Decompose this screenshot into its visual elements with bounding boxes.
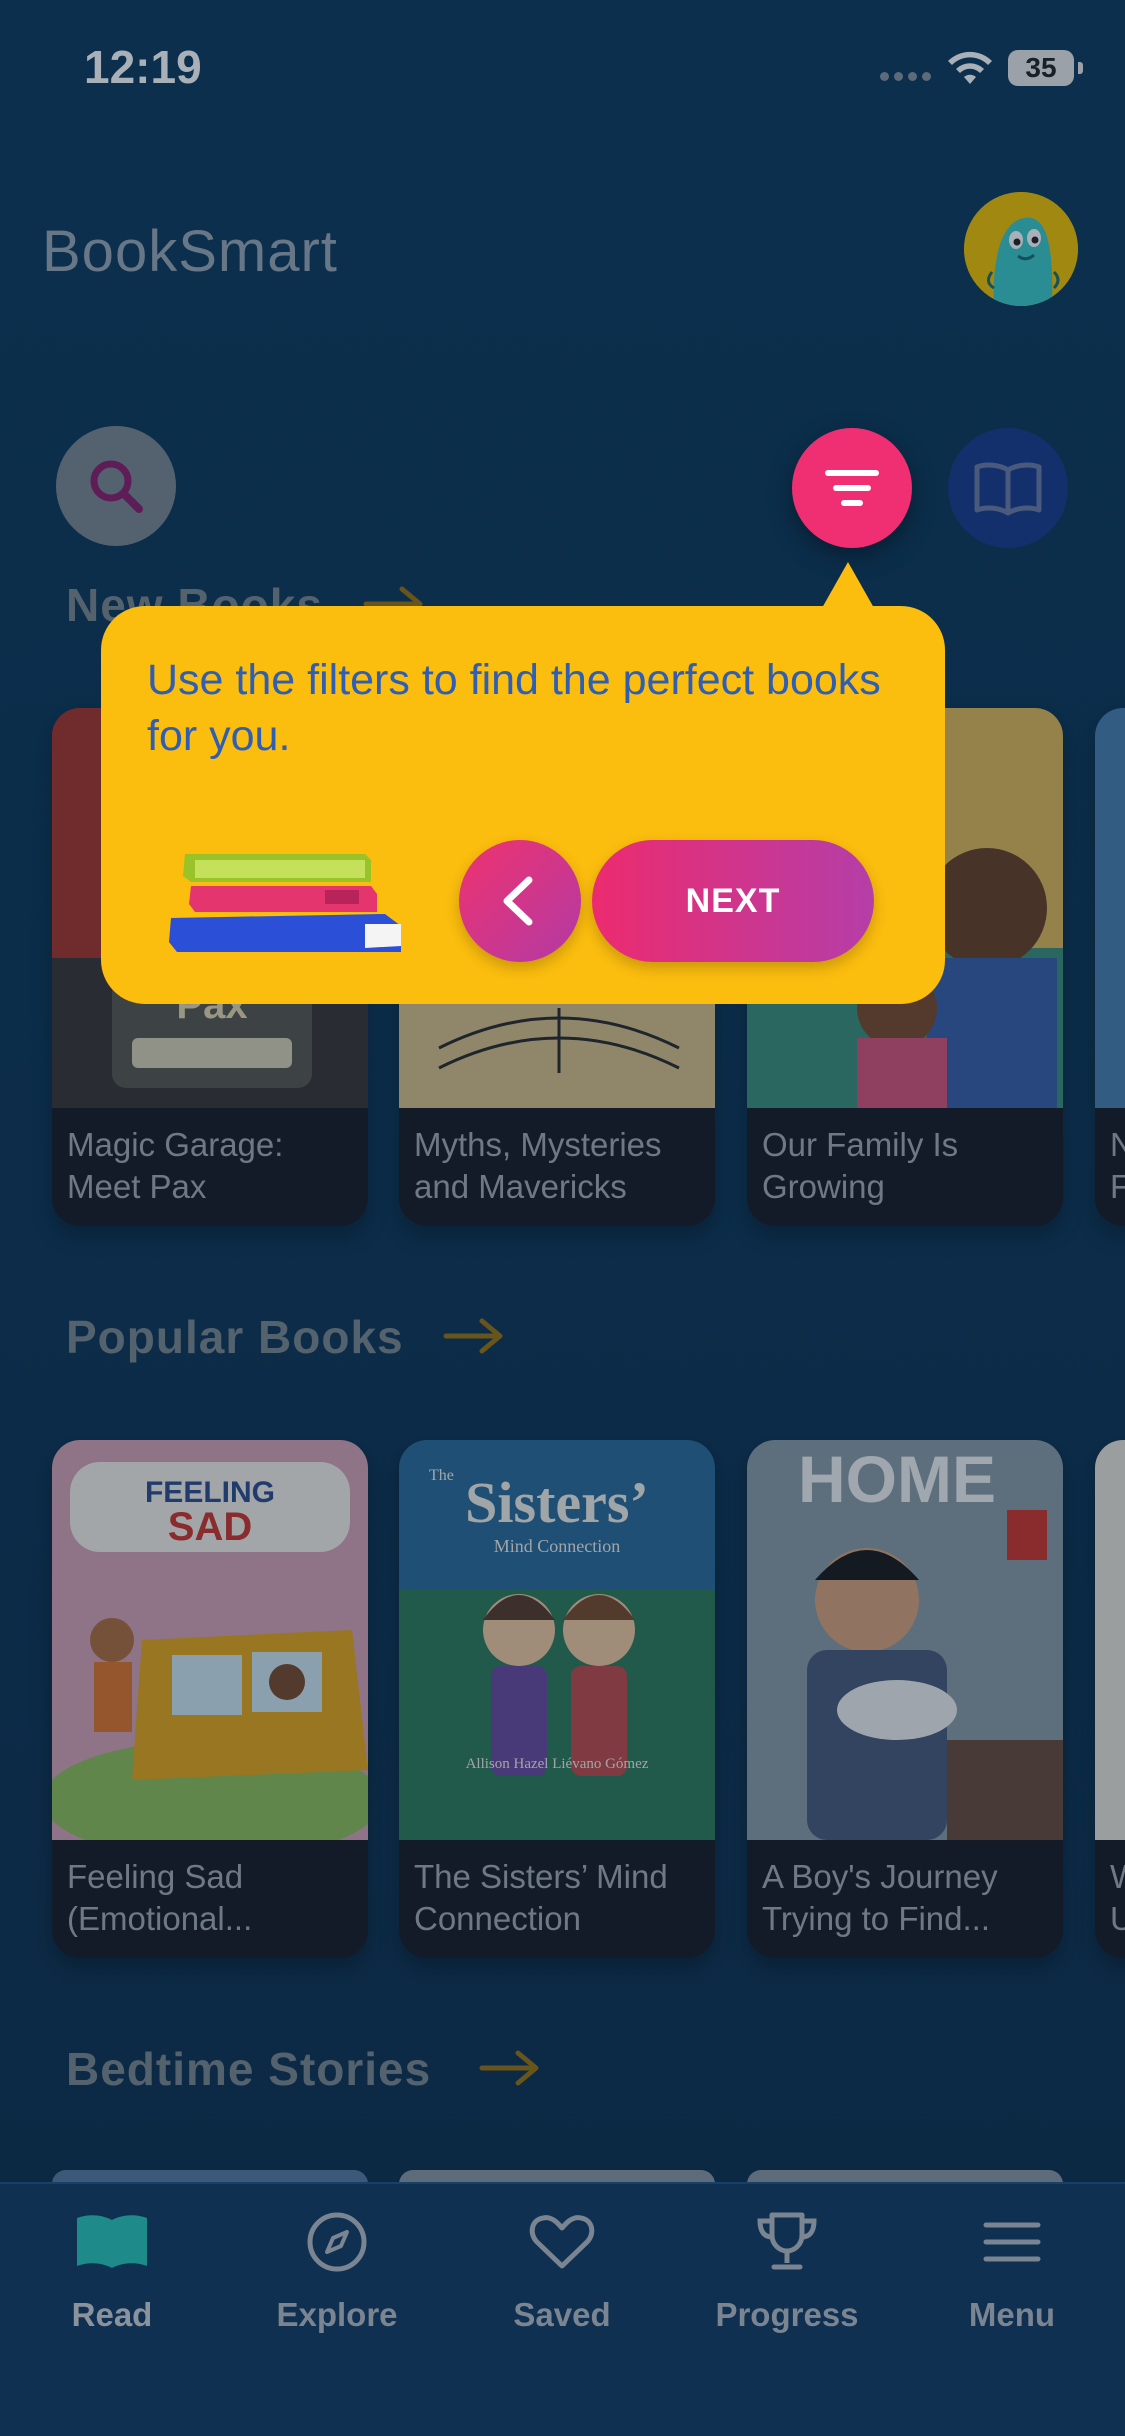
- tab-progress[interactable]: Progress: [687, 2202, 887, 2352]
- bottom-tab-bar: Read Explore Saved Progress Menu: [0, 2182, 1125, 2436]
- filter-button[interactable]: [792, 428, 912, 548]
- tab-menu-label: Menu: [968, 2296, 1056, 2333]
- coach-mark-tooltip: Use the filters to find the perfect book…: [101, 606, 945, 1004]
- tooltip-message: Use the filters to find the perfect book…: [147, 656, 881, 760]
- open-book-icon: [77, 2215, 147, 2268]
- chevron-left-icon: [503, 876, 533, 926]
- tooltip-pointer: [822, 562, 874, 608]
- hamburger-menu-icon: [983, 2222, 1041, 2262]
- tab-menu[interactable]: Menu: [912, 2202, 1112, 2352]
- coach-mark-overlay: [0, 0, 1125, 2436]
- tab-progress-label: Progress: [715, 2296, 859, 2333]
- tab-explore[interactable]: Explore: [237, 2202, 437, 2352]
- back-button[interactable]: [459, 840, 581, 962]
- heart-icon: [529, 2215, 595, 2269]
- compass-icon: [307, 2212, 367, 2272]
- next-button[interactable]: NEXT: [592, 840, 874, 962]
- tab-read-label: Read: [71, 2296, 153, 2333]
- tab-saved-label: Saved: [513, 2296, 611, 2333]
- tab-saved[interactable]: Saved: [462, 2202, 662, 2352]
- tab-read[interactable]: Read: [12, 2202, 212, 2352]
- filter-icon: [825, 470, 879, 506]
- tab-explore-label: Explore: [276, 2296, 398, 2333]
- trophy-icon: [757, 2212, 817, 2270]
- book-stack-icon: [169, 854, 401, 952]
